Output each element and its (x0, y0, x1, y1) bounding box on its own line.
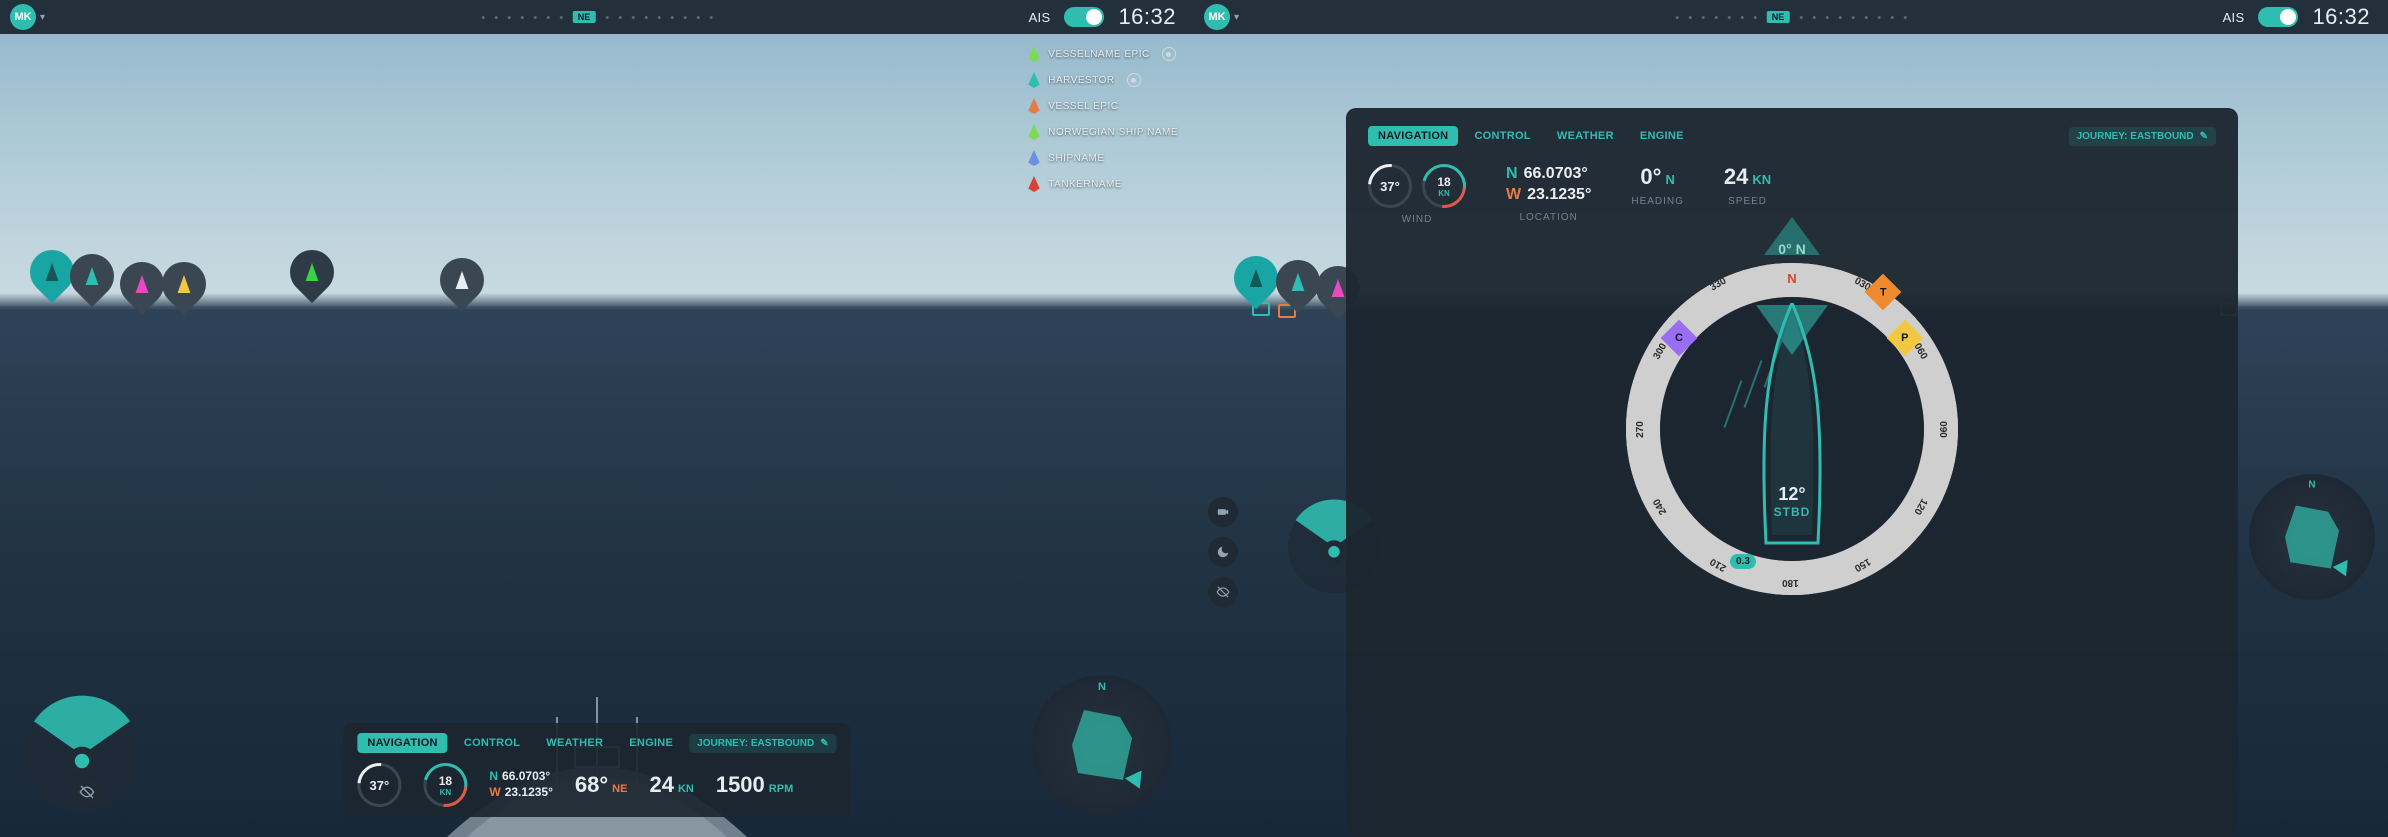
edit-icon[interactable]: ✎ (2200, 131, 2208, 142)
vessel-label: VESSELNAME EPIC (1048, 49, 1149, 60)
pin-icon[interactable] (1162, 47, 1176, 61)
metric-speed: 24KN SPEED (1724, 164, 1771, 207)
ais-label: AIS (1029, 10, 1051, 25)
screen-navigation-expanded: MK ▾ NE AIS 16:32 (1194, 0, 2388, 837)
tab-navigation[interactable]: NAVIGATION (357, 733, 447, 753)
heading-strip: NE (1676, 11, 1907, 23)
nav-panel-collapsed: NAVIGATION CONTROL WEATHER ENGINE JOURNE… (343, 723, 850, 817)
vessel-label: VESSEL EPIC (1048, 101, 1118, 112)
vessel-icon (1028, 124, 1040, 140)
heading-arrow-icon (1125, 765, 1149, 788)
landmass (1072, 710, 1132, 780)
vessel-icon (1028, 176, 1040, 192)
camera-sector-widget[interactable] (22, 695, 142, 815)
metric-location: N66.0703° W23.1235° LOCATION (1506, 164, 1591, 223)
wind-dial: 37° (357, 763, 401, 807)
journey-badge[interactable]: JOURNEY: EASTBOUND ✎ (689, 734, 836, 753)
clock: 16:32 (1118, 4, 1176, 30)
eye-off-icon[interactable] (1208, 577, 1238, 607)
tab-engine[interactable]: ENGINE (1630, 126, 1694, 146)
rpm-readout: 1500RPM (716, 772, 793, 798)
clock: 16:32 (2312, 4, 2370, 30)
nav-panel-expanded: NAVIGATION CONTROL WEATHER ENGINE JOURNE… (1346, 108, 2238, 837)
vessel-list-item[interactable]: NORWEGIAN SHIP NAME (1024, 122, 1182, 142)
top-bar: MK ▾ NE AIS 16:32 (1194, 0, 2388, 34)
minimap[interactable]: N (1032, 675, 1172, 815)
tab-weather[interactable]: WEATHER (1547, 126, 1624, 146)
metric-heading: 0°N HEADING (1631, 164, 1684, 207)
vessel-label: NORWEGIAN SHIP NAME (1048, 127, 1178, 138)
screen-overview: MK ▾ NE AIS 16:32 VESSELNAME EPIC HARVEST… (0, 0, 1194, 837)
wind-speed-dial: 18KN (423, 763, 467, 807)
ais-toggle[interactable] (1064, 7, 1104, 27)
moon-icon[interactable] (1208, 537, 1238, 567)
ais-toggle[interactable] (2258, 7, 2298, 27)
journey-badge[interactable]: JOURNEY: EASTBOUND ✎ (2069, 127, 2216, 146)
avatar[interactable]: MK (10, 4, 36, 30)
beam-down-icon (1756, 305, 1828, 355)
vessel-list-item[interactable]: SHIPNAME (1024, 148, 1182, 168)
north-label: N (1098, 681, 1106, 693)
beam-up-icon (1764, 217, 1820, 255)
vessel-list: VESSELNAME EPIC HARVESTOR VESSEL EPIC NORWE… (1024, 44, 1182, 194)
heading-arrow-icon (2333, 555, 2355, 576)
vessel-icon (1028, 98, 1040, 114)
edit-icon[interactable]: ✎ (820, 738, 828, 749)
tab-navigation[interactable]: NAVIGATION (1368, 126, 1458, 146)
chevron-down-icon[interactable]: ▾ (1234, 12, 1239, 23)
vessel-icon (1028, 72, 1040, 88)
depth-badge: 0.3 (1730, 554, 1756, 569)
vessel-list-item[interactable]: TANKERNAME (1024, 174, 1182, 194)
side-tools (1208, 497, 1238, 607)
chevron-down-icon[interactable]: ▾ (40, 12, 45, 23)
heading-badge: NE (1767, 11, 1790, 23)
avatar[interactable]: MK (1204, 4, 1230, 30)
vessel-list-item[interactable]: HARVESTOR (1024, 70, 1182, 90)
top-bar: MK ▾ NE AIS 16:32 (0, 0, 1194, 34)
vessel-label: HARVESTOR (1048, 75, 1114, 86)
eye-off-icon[interactable] (72, 777, 102, 807)
rudder-readout: 12° STBD (1774, 484, 1811, 519)
metric-wind: 37° 18KN WIND (1368, 164, 1466, 225)
tab-engine[interactable]: ENGINE (619, 733, 683, 753)
heading-strip: NE (482, 11, 713, 23)
vessel-list-item[interactable]: VESSEL EPIC (1024, 96, 1182, 116)
vessel-icon (1028, 46, 1040, 62)
temp-readout: 68°NE (575, 772, 628, 798)
vessel-label: TANKERNAME (1048, 179, 1122, 190)
north-mark: N (1787, 271, 1796, 286)
tab-control[interactable]: CONTROL (1464, 126, 1540, 146)
minimap[interactable]: N (2249, 474, 2375, 600)
vessel-icon (1028, 150, 1040, 166)
vessel-list-item[interactable]: VESSELNAME EPIC (1024, 44, 1182, 64)
tab-control[interactable]: CONTROL (454, 733, 530, 753)
pin-icon[interactable] (1127, 73, 1141, 87)
speed-readout: 24KN (649, 772, 693, 798)
camera-icon[interactable] (1208, 497, 1238, 527)
compass-rose[interactable]: 0° N N 030 060 090 120 150 180 210 240 2… (1612, 249, 1972, 609)
tab-weather[interactable]: WEATHER (536, 733, 613, 753)
location-readout: N66.0703° W23.1235° (489, 769, 553, 800)
heading-badge: NE (573, 11, 596, 23)
vessel-label: SHIPNAME (1048, 153, 1104, 164)
ais-label: AIS (2223, 10, 2245, 25)
